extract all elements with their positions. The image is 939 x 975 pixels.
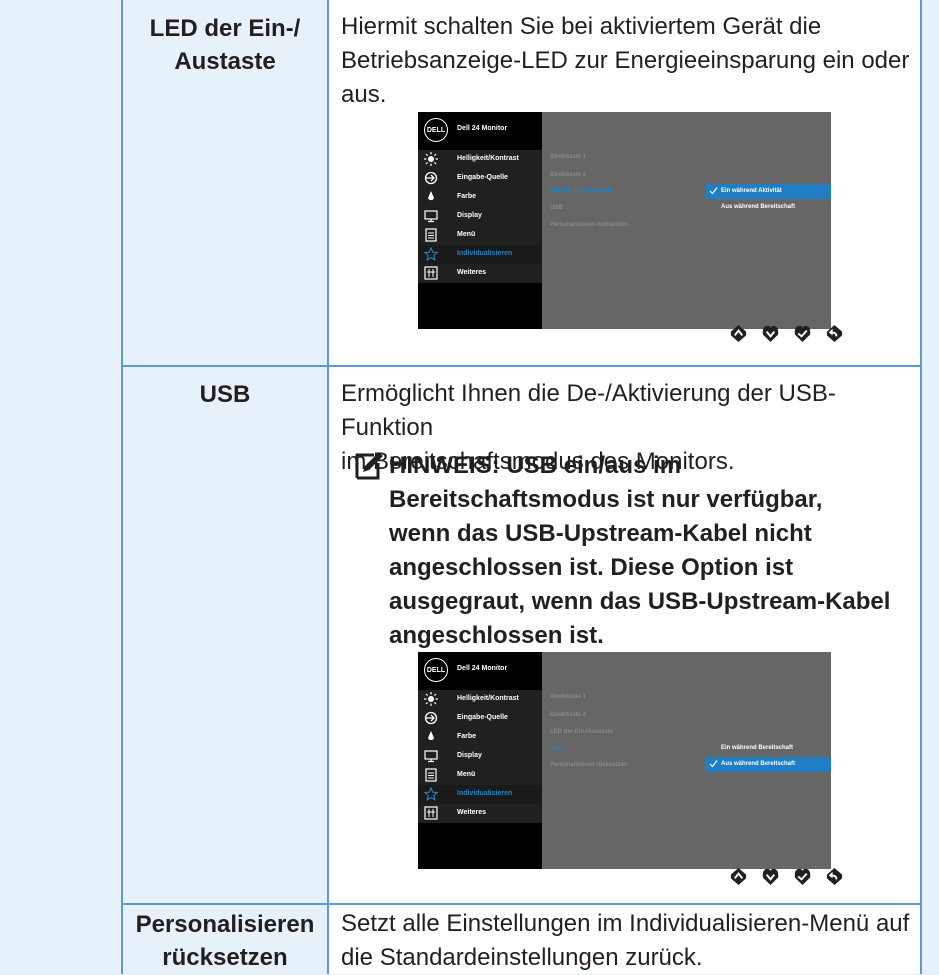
others-icon (424, 806, 438, 820)
back-button-icon (826, 324, 843, 343)
osd-menu-item: Helligkeit/Kontrast (418, 150, 542, 169)
up-arrow-button-icon (730, 324, 747, 343)
osd-menu-item: Weiteres (418, 804, 542, 823)
osd-title: Dell 24 Monitor (457, 665, 508, 672)
table-border (121, 0, 123, 974)
display-icon (424, 210, 438, 223)
brightness-icon (424, 692, 438, 706)
star-icon (424, 247, 438, 261)
osd-nav-buttons (729, 867, 844, 886)
osd-menu-item: Eingabe-Quelle (418, 169, 542, 188)
osd-submenu-item: LED der Ein-/Austaste (550, 729, 614, 735)
color-icon (428, 731, 434, 741)
usb-note: HINWEIS: USB ein/aus im Bereitschaftsmod… (389, 452, 891, 649)
menu-icon (425, 228, 437, 242)
osd-option: Aus während Bereitschaft (721, 204, 796, 210)
osd-menu-item: Farbe (418, 728, 542, 747)
dell-logo: DELL (424, 658, 448, 682)
osd-menu-item: Helligkeit/Kontrast (418, 690, 542, 709)
dell-logo: DELL (424, 118, 448, 142)
osd-nav-buttons (729, 324, 844, 343)
osd-option: Ein während Bereitschaft (721, 745, 794, 751)
menu-icon (425, 768, 437, 782)
osd-option-selected: Aus während Bereitschaft (705, 757, 831, 772)
table-border (920, 0, 922, 974)
osd-menu-item: Display (418, 207, 542, 226)
check-button-icon (794, 868, 811, 886)
down-arrow-button-icon (762, 325, 779, 343)
osd-submenu-item: Direkttaste 2 (550, 172, 587, 178)
osd-submenu-item: USB (550, 205, 563, 211)
check-icon (709, 760, 718, 768)
table-border (121, 365, 922, 367)
osd-screenshot-led: DELL Dell 24 Monitor Helligkeit/Kontrast… (418, 112, 831, 329)
input-source-icon (424, 171, 438, 185)
osd-menu-item: Menü (418, 766, 542, 785)
osd-menu-item: Menü (418, 226, 542, 245)
osd-option-selected: Ein während Aktivität (705, 184, 831, 199)
row-label-usb: USB (199, 381, 251, 408)
osd-submenu-item-active: USB (550, 746, 563, 752)
down-arrow-button-icon (762, 868, 779, 886)
osd-title: Dell 24 Monitor (457, 125, 508, 132)
check-button-icon (794, 325, 811, 343)
osd-screenshot-usb: DELL Dell 24 Monitor Helligkeit/Kontrast… (418, 652, 831, 869)
osd-submenu-item: Personalisieren rücksetzen (550, 762, 628, 768)
check-icon (709, 187, 718, 195)
back-button-icon (826, 867, 843, 886)
osd-submenu-item: Personalisieren rücksetzen (550, 222, 628, 228)
osd-menu-item: Eingabe-Quelle (418, 709, 542, 728)
row-label-reset: Personalisieren rücksetzen (135, 911, 315, 971)
brightness-icon (424, 152, 438, 166)
osd-menu-item: Farbe (418, 188, 542, 207)
table-border (121, 903, 922, 905)
note-pencil-icon (355, 452, 383, 480)
table-border (327, 0, 329, 974)
display-icon (424, 750, 438, 763)
star-icon (424, 787, 438, 801)
color-icon (428, 191, 434, 201)
osd-submenu-item-active: LED der Ein-/Austaste (550, 188, 614, 194)
osd-menu-item: Weiteres (418, 264, 542, 283)
osd-submenu-item: Direkttaste 2 (550, 712, 587, 718)
up-arrow-button-icon (730, 867, 747, 886)
osd-menu-item-active: Individualisieren (418, 245, 542, 264)
others-icon (424, 266, 438, 280)
osd-submenu-item: Direkttaste 1 (550, 694, 587, 700)
row-desc-led: Hiermit schalten Sie bei aktiviertem Ger… (341, 13, 910, 108)
osd-menu-item: Display (418, 747, 542, 766)
row-desc-reset: Setzt alle Einstellungen im Individualis… (341, 910, 910, 971)
osd-submenu-item: Direkttaste 1 (550, 154, 587, 160)
input-source-icon (424, 711, 438, 725)
row-label-led: LED der Ein-/ Austaste (149, 15, 301, 75)
osd-menu-item-active: Individualisieren (418, 785, 542, 804)
